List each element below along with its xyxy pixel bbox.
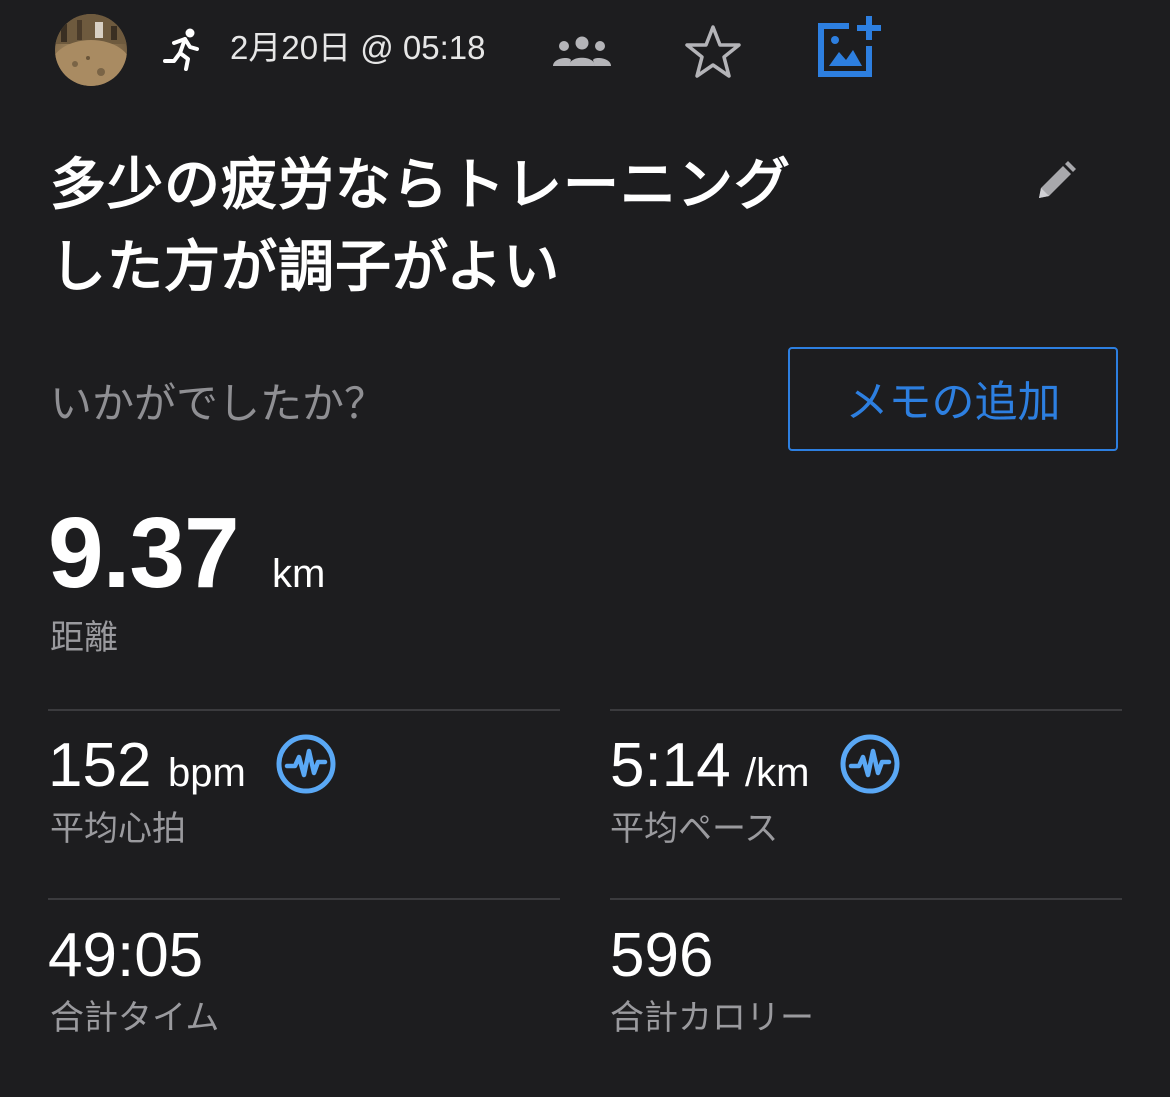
pace-unit: /km xyxy=(745,751,810,795)
avatar-photo xyxy=(55,14,127,86)
activity-title-line-2: した方が調子がよい xyxy=(50,235,561,300)
pencil-icon[interactable] xyxy=(1033,158,1079,204)
group-icon[interactable] xyxy=(552,34,612,68)
pace-value: 5:14 xyxy=(610,731,731,800)
total-time-value: 49:05 xyxy=(48,921,204,990)
heart-rate-label: 平均心拍 xyxy=(50,809,186,849)
heart-rate-unit: bpm xyxy=(168,751,246,795)
heart-rate-value: 152 xyxy=(48,731,152,800)
divider xyxy=(610,709,1122,711)
add-photo-icon[interactable] xyxy=(815,14,881,80)
heart-rate-pulse-icon[interactable] xyxy=(275,733,337,795)
pace-pulse-icon[interactable] xyxy=(839,733,901,795)
distance-value: 9.37 xyxy=(48,497,240,609)
divider xyxy=(48,898,560,900)
avatar[interactable] xyxy=(55,14,127,86)
divider xyxy=(48,709,560,711)
running-icon xyxy=(160,27,204,71)
activity-date-time: 2月20日 @ 05:18 xyxy=(230,29,486,66)
star-icon[interactable] xyxy=(683,22,743,82)
divider xyxy=(610,898,1122,900)
activity-title: 多少の疲労ならトレーニング した方が調子がよい xyxy=(50,145,910,309)
distance-unit: km xyxy=(272,552,326,596)
calories-label: 合計カロリー xyxy=(610,998,814,1038)
pace-label: 平均ペース xyxy=(610,809,779,849)
activity-title-line-1: 多少の疲労ならトレーニング xyxy=(50,153,791,218)
total-time-label: 合計タイム xyxy=(50,998,220,1038)
feeling-prompt: いかがでしたか？ xyxy=(50,379,387,428)
add-memo-button[interactable]: メモの追加 xyxy=(788,347,1118,451)
calories-value: 596 xyxy=(610,921,714,990)
distance-label: 距離 xyxy=(50,618,118,658)
